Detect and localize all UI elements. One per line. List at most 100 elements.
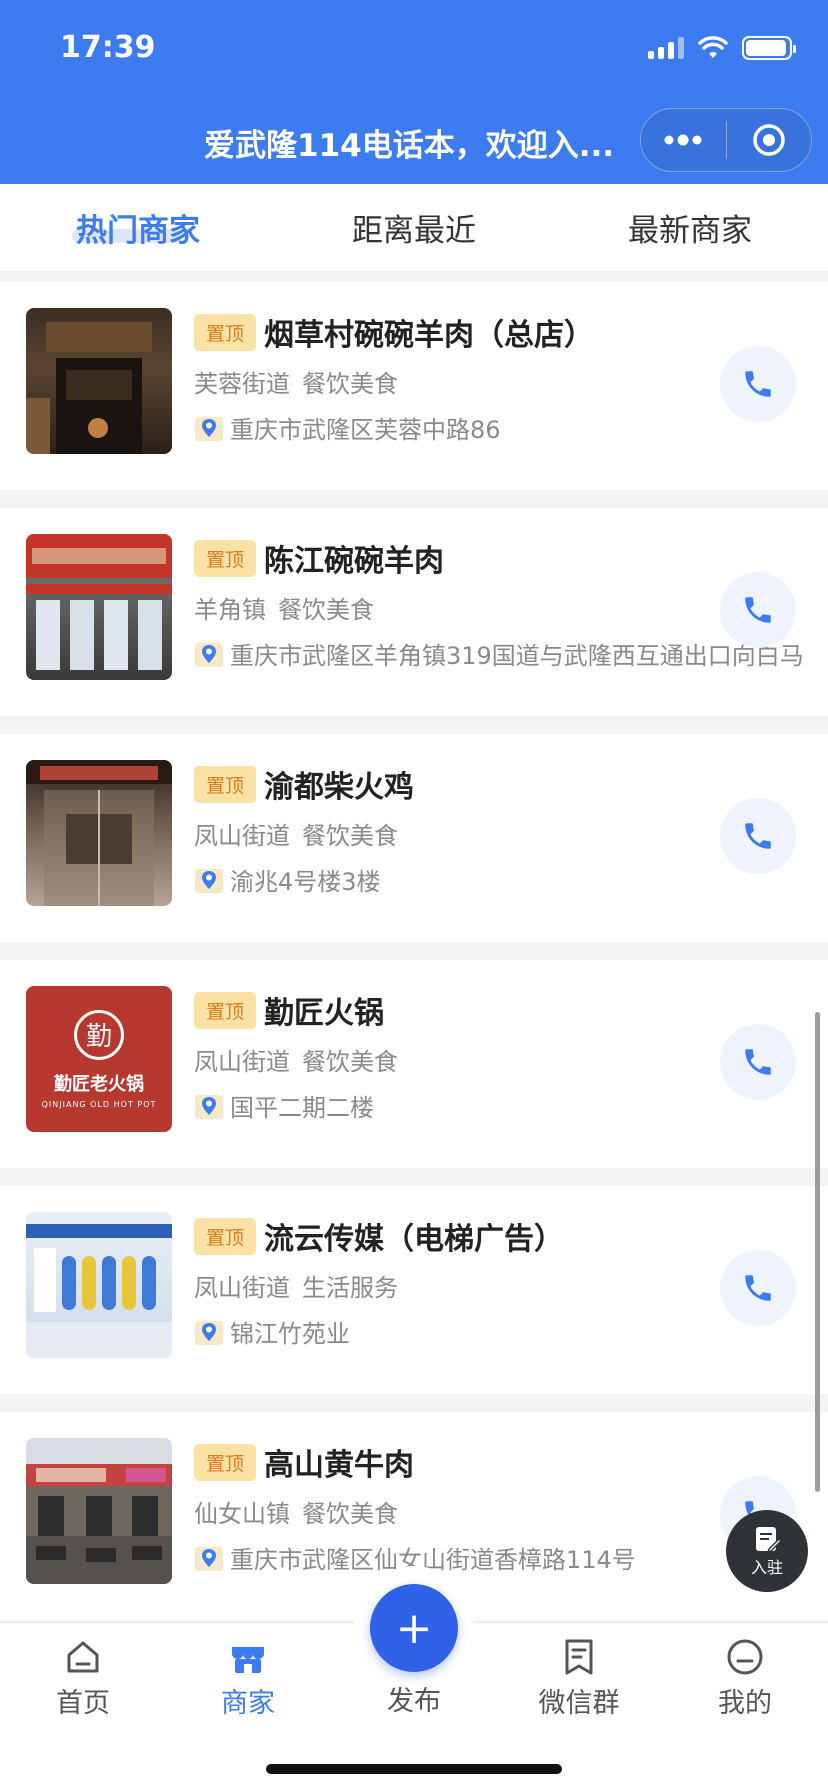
edit-document-icon [756,1527,782,1554]
address-text: 重庆市武隆区羊角镇319国道与武隆西互通出口向白马 [230,642,804,670]
more-button[interactable] [641,108,726,172]
nav-home-label: 首页 [56,1688,110,1719]
merchant-name: 高山黄牛肉 [264,1448,414,1483]
page-title: 爱武隆114电话本，欢迎入... [204,128,615,164]
merchant-photo [26,1212,172,1358]
home-icon [67,1641,99,1673]
nav-mine[interactable]: 我的 [690,1637,800,1720]
merchant-photo [26,534,172,680]
call-button[interactable] [720,346,796,422]
merchant-card[interactable]: 置顶 渝都柴火鸡 凤山街道 餐饮美食 渝兆4号楼3楼 [0,734,828,942]
nav-merchants-label: 商家 [221,1688,275,1719]
merchant-name: 烟草村碗碗羊肉（总店） [264,318,594,353]
nav-home[interactable]: 首页 [28,1637,138,1720]
nav-merchants[interactable]: 商家 [193,1637,303,1720]
map-pin-icon [195,868,223,893]
merchant-list: 置顶 烟草村碗碗羊肉（总店） 芙蓉街道 餐饮美食 重庆市武隆区芙蓉中路86 置顶… [0,282,828,1638]
merchant-meta: 凤山街道 餐饮美食 [194,816,398,851]
merchant-photo: 勤 勤匠老火锅 QINJIANG OLD HOT POT [26,986,172,1132]
merchant-meta: 芙蓉街道 餐饮美食 [194,364,398,399]
merchant-category: 餐饮美食 [302,370,398,398]
call-button[interactable] [720,1024,796,1100]
merchant-category: 餐饮美食 [278,596,374,624]
qinjiang-logo-sub: QINJIANG OLD HOT POT [41,1099,157,1109]
merchant-card[interactable]: 置顶 陈江碗碗羊肉 羊角镇 餐饮美食 重庆市武隆区羊角镇319国道与武隆西互通出口… [0,508,828,716]
shop-icon [232,1647,264,1673]
wifi-icon [698,36,728,58]
merchant-photo [26,1438,172,1584]
join-floating-button[interactable]: 入驻 [726,1510,808,1592]
merchant-category: 生活服务 [302,1274,398,1302]
pinned-badge: 置顶 [194,766,257,803]
merchant-meta: 凤山街道 生活服务 [194,1268,398,1303]
phone-icon [745,823,771,849]
nav-mine-label: 我的 [718,1688,772,1719]
pinned-badge: 置顶 [194,1444,257,1481]
map-pin-icon [195,1320,223,1345]
target-circle-icon [753,124,785,156]
call-button[interactable] [720,1250,796,1326]
call-button[interactable] [720,798,796,874]
list-scrollbar[interactable] [815,1012,820,1492]
user-face-icon [727,1639,763,1675]
phone-icon [745,1049,771,1075]
map-pin-icon [195,1094,223,1119]
close-miniprogram-button[interactable] [727,108,812,172]
merchant-address: 渝兆4号楼3楼 [194,862,381,897]
more-dots-icon [664,134,702,146]
nav-wechat-group-label: 微信群 [538,1688,620,1719]
merchant-area: 凤山街道 [194,822,290,850]
app-header: 17:39 爱武隆114电话本，欢迎入... [0,0,828,184]
merchant-category: 餐饮美食 [302,1048,398,1076]
tab-newest[interactable]: 最新商家 [552,184,828,271]
tab-hot-merchants[interactable]: 热门商家 [0,184,276,271]
merchant-card[interactable]: 勤 勤匠老火锅 QINJIANG OLD HOT POT 置顶 勤匠火锅 凤山街… [0,960,828,1168]
tab-nearest[interactable]: 距离最近 [276,184,552,271]
merchant-card[interactable]: 置顶 烟草村碗碗羊肉（总店） 芙蓉街道 餐饮美食 重庆市武隆区芙蓉中路86 [0,282,828,490]
join-label: 入驻 [750,1558,783,1577]
phone-icon [745,597,771,623]
category-tabs: 热门商家 距离最近 最新商家 [0,184,828,272]
merchant-area: 凤山街道 [194,1274,290,1302]
nav-wechat-group[interactable]: 微信群 [524,1637,634,1720]
pinned-badge: 置顶 [194,1218,257,1255]
merchant-photo [26,308,172,454]
pinned-badge: 置顶 [194,992,257,1029]
map-pin-icon [195,416,223,441]
phone-icon [745,1275,771,1301]
merchant-address: 锦江竹苑业 [194,1314,350,1349]
signal-icon [648,37,684,59]
home-indicator [266,1764,562,1774]
map-pin-icon [195,1546,223,1571]
merchant-area: 芙蓉街道 [194,370,290,398]
merchant-name: 流云传媒（电梯广告） [264,1222,564,1257]
merchant-meta: 仙女山镇 餐饮美食 [194,1494,398,1529]
merchant-area: 仙女山镇 [194,1500,290,1528]
merchant-address: 重庆市武隆区羊角镇319国道与武隆西互通出口向白马 [194,636,804,671]
merchant-area: 羊角镇 [194,596,266,624]
battery-icon [742,36,796,60]
bookmark-chat-icon [565,1639,593,1675]
miniprogram-capsule [640,108,812,172]
address-text: 国平二期二楼 [230,1094,374,1122]
call-button[interactable] [720,572,796,648]
merchant-address: 国平二期二楼 [194,1088,374,1123]
pinned-badge: 置顶 [194,540,257,577]
status-time: 17:39 [60,30,156,65]
merchant-category: 餐饮美食 [302,1500,398,1528]
qinjiang-logo: 勤 [74,1009,124,1060]
merchant-name: 渝都柴火鸡 [264,770,414,805]
merchant-card[interactable]: 置顶 流云传媒（电梯广告） 凤山街道 生活服务 锦江竹苑业 [0,1186,828,1394]
merchant-name: 勤匠火锅 [264,996,384,1031]
merchant-category: 餐饮美食 [302,822,398,850]
merchant-meta: 凤山街道 餐饮美食 [194,1042,398,1077]
merchant-meta: 羊角镇 餐饮美食 [194,590,374,625]
publish-button[interactable]: + [370,1584,458,1672]
pinned-badge: 置顶 [194,314,257,351]
merchant-address: 重庆市武隆区芙蓉中路86 [194,410,501,445]
phone-icon [745,371,771,397]
address-text: 重庆市武隆区芙蓉中路86 [230,416,501,444]
status-icons [648,36,796,60]
qinjiang-logo-name: 勤匠老火锅 [54,1073,144,1095]
merchant-name: 陈江碗碗羊肉 [264,544,444,579]
